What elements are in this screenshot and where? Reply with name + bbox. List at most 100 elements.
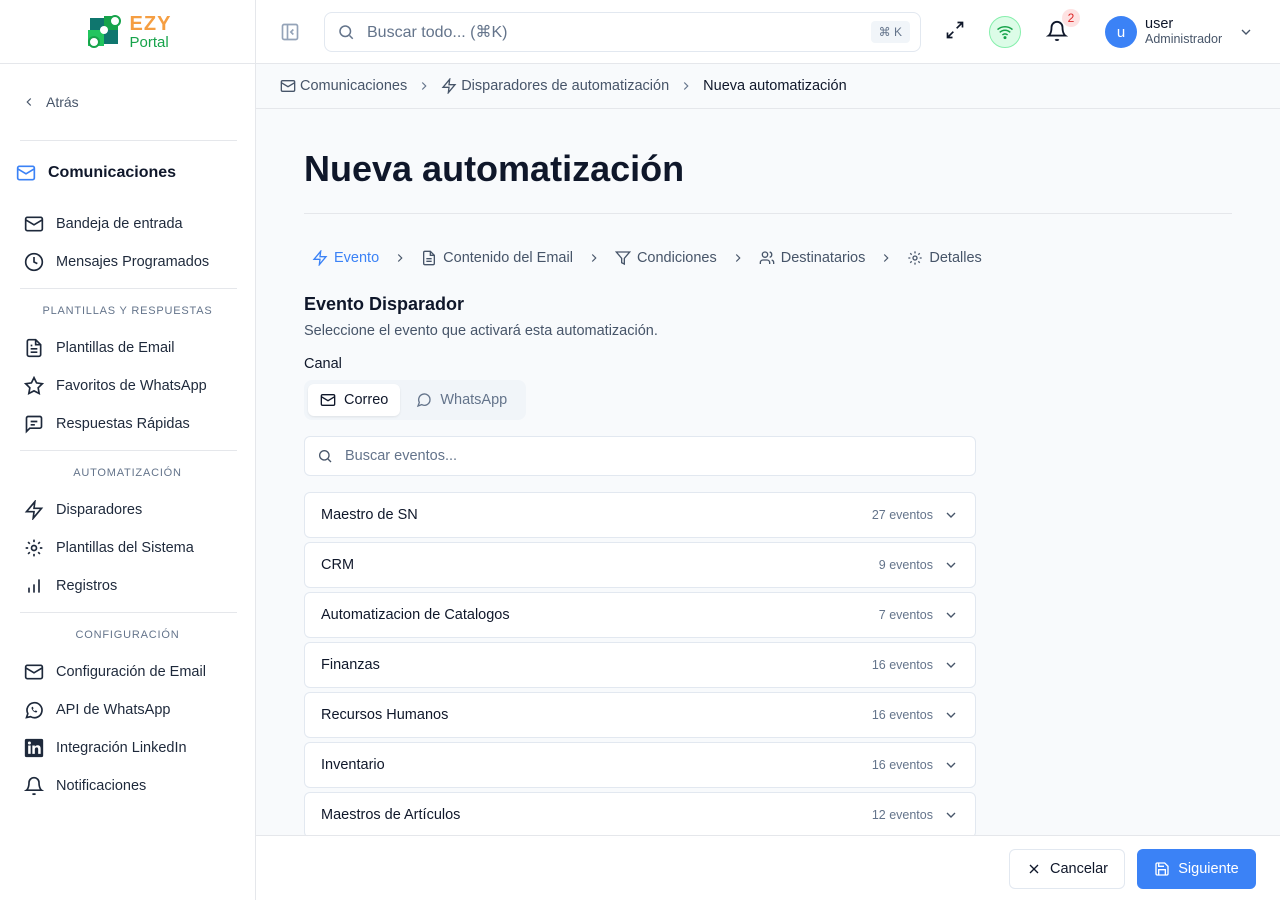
sidebar-item-system-templates[interactable]: Plantillas del Sistema — [0, 529, 255, 567]
list-item[interactable]: Maestro de SN 27 eventos — [304, 492, 976, 538]
avatar: u — [1105, 16, 1137, 48]
linkedin-icon — [24, 738, 44, 758]
event-search-input[interactable]: Buscar eventos... — [345, 448, 457, 464]
category-name: Maestros de Artículos — [321, 807, 461, 823]
channel-whatsapp-tab[interactable]: WhatsApp — [404, 384, 519, 416]
chevron-down-icon — [1241, 29, 1251, 35]
sidebar-item-label: Registros — [56, 578, 118, 594]
search-icon — [319, 450, 332, 463]
chevron-left-icon — [26, 98, 32, 106]
mail-icon — [320, 394, 336, 406]
back-link[interactable]: Atrás — [0, 64, 255, 140]
user-name: user — [1145, 15, 1174, 32]
cancel-button[interactable]: Cancelar — [1009, 849, 1125, 889]
list-item[interactable]: Maestros de Artículos 12 eventos — [304, 792, 976, 838]
sidebar-toggle-button[interactable] — [280, 22, 300, 42]
chevron-right-icon — [591, 254, 597, 262]
sidebar-item-email-config[interactable]: Configuración de Email — [0, 653, 255, 691]
sidebar-item-email-templates[interactable]: Plantillas de Email — [0, 329, 255, 367]
list-item[interactable]: CRM 9 eventos — [304, 542, 976, 588]
step-conditions[interactable]: Condiciones — [614, 250, 717, 266]
breadcrumb-triggers[interactable]: Disparadores de automatización — [441, 78, 669, 94]
page-title: Nueva automatización — [304, 148, 685, 189]
chevron-down-icon — [946, 512, 956, 518]
list-item[interactable]: Automatizacion de Catalogos 7 eventos — [304, 592, 976, 638]
sidebar-item-triggers[interactable]: Disparadores — [0, 491, 255, 529]
event-search[interactable]: Buscar eventos... — [304, 436, 976, 476]
wifi-icon — [997, 25, 1013, 40]
category-count: 9 eventos — [878, 558, 933, 572]
step-label: Condiciones — [636, 250, 717, 266]
list-item[interactable]: Inventario 16 eventos — [304, 742, 976, 788]
wizard-steps: Evento Contenido del Email Condiciones D… — [312, 250, 982, 266]
file-text-icon — [26, 338, 42, 358]
category-count: 16 eventos — [871, 708, 933, 722]
sidebar-item-quick-replies[interactable]: Respuestas Rápidas — [0, 405, 255, 443]
breadcrumb: Comunicaciones Disparadores de automatiz… — [256, 64, 1280, 109]
logo[interactable]: EZY Portal — [0, 0, 255, 64]
step-label: Contenido del Email — [443, 250, 573, 266]
sidebar-item-label: Configuración de Email — [56, 664, 206, 680]
chevron-right-icon — [683, 82, 689, 90]
connection-status[interactable] — [989, 16, 1021, 48]
channel-email-tab[interactable]: Correo — [308, 384, 401, 416]
sidebar-item-inbox[interactable]: Bandeja de entrada — [0, 205, 255, 243]
step-event[interactable]: Evento — [312, 250, 379, 266]
category-name: Maestro de SN — [321, 507, 418, 523]
message-square-icon — [25, 415, 43, 434]
sidebar-item-logs[interactable]: Registros — [0, 567, 255, 605]
sidebar-item-label: Notificaciones — [56, 778, 147, 794]
user-role: Administrador — [1145, 32, 1223, 47]
step-email-content[interactable]: Contenido del Email — [421, 250, 573, 266]
group-label-templates: PLANTILLAS Y RESPUESTAS — [42, 305, 213, 317]
shortcut-badge: ⌘ K — [870, 21, 910, 43]
chevron-down-icon — [946, 812, 956, 818]
fullscreen-button[interactable] — [945, 20, 965, 40]
chevron-down-icon — [946, 762, 956, 768]
chevron-down-icon — [946, 662, 956, 668]
sidebar-item-label: Respuestas Rápidas — [56, 416, 190, 432]
sidebar-item-scheduled[interactable]: Mensajes Programados — [0, 243, 255, 281]
zap-icon — [312, 250, 328, 266]
sidebar-item-label: Plantillas de Email — [56, 340, 175, 356]
next-label: Siguiente — [1178, 861, 1239, 877]
sidebar-item-whatsapp-api[interactable]: API de WhatsApp — [0, 691, 255, 729]
channel-label: Correo — [344, 392, 389, 408]
search-input[interactable]: Buscar todo... (⌘K) — [367, 22, 859, 42]
top-header: Buscar todo... (⌘K) ⌘ K 2 u user Adminis… — [256, 0, 1280, 64]
users-icon — [759, 251, 775, 264]
breadcrumb-communications[interactable]: Comunicaciones — [280, 78, 407, 94]
chevron-down-icon — [946, 562, 956, 568]
sidebar-item-whatsapp-favorites[interactable]: Favoritos de WhatsApp — [0, 367, 255, 405]
event-category-list: Maestro de SN 27 eventos CRM 9 eventos A… — [304, 492, 976, 842]
list-item[interactable]: Finanzas 16 eventos — [304, 642, 976, 688]
step-details[interactable]: Detalles — [907, 250, 982, 266]
step-recipients[interactable]: Destinatarios — [759, 250, 865, 266]
mail-icon — [16, 165, 36, 181]
panel-left-icon — [281, 23, 299, 41]
sidebar-item-label: Mensajes Programados — [56, 254, 210, 270]
channel-toggle: Correo WhatsApp — [304, 380, 526, 420]
user-menu[interactable]: u user Administrador — [1105, 16, 1254, 48]
expand-icon — [946, 21, 964, 39]
category-name: Automatizacion de Catalogos — [321, 607, 510, 623]
chevron-down-icon — [946, 612, 956, 618]
section-subtitle: Seleccione el evento que activará esta a… — [304, 323, 658, 339]
sidebar: EZY Portal Atrás Comunicaciones Bandeja … — [0, 0, 256, 900]
clock-icon — [24, 252, 44, 272]
global-search[interactable]: Buscar todo... (⌘K) ⌘ K — [324, 12, 921, 52]
sidebar-item-notifications[interactable]: Notificaciones — [0, 767, 255, 805]
logo-icon — [87, 14, 121, 48]
sidebar-item-label: Favoritos de WhatsApp — [56, 378, 207, 394]
chevron-down-icon — [946, 712, 956, 718]
sidebar-item-linkedin[interactable]: Integración LinkedIn — [0, 729, 255, 767]
next-button[interactable]: Siguiente — [1137, 849, 1256, 889]
list-item[interactable]: Recursos Humanos 16 eventos — [304, 692, 976, 738]
category-count: 12 eventos — [871, 808, 933, 822]
step-label: Detalles — [929, 250, 982, 266]
settings-icon — [25, 539, 43, 557]
step-label: Evento — [334, 250, 380, 266]
breadcrumb-label: Disparadores de automatización — [461, 78, 670, 94]
sidebar-item-label: API de WhatsApp — [56, 702, 171, 718]
logo-ezy: EZY — [129, 12, 172, 35]
